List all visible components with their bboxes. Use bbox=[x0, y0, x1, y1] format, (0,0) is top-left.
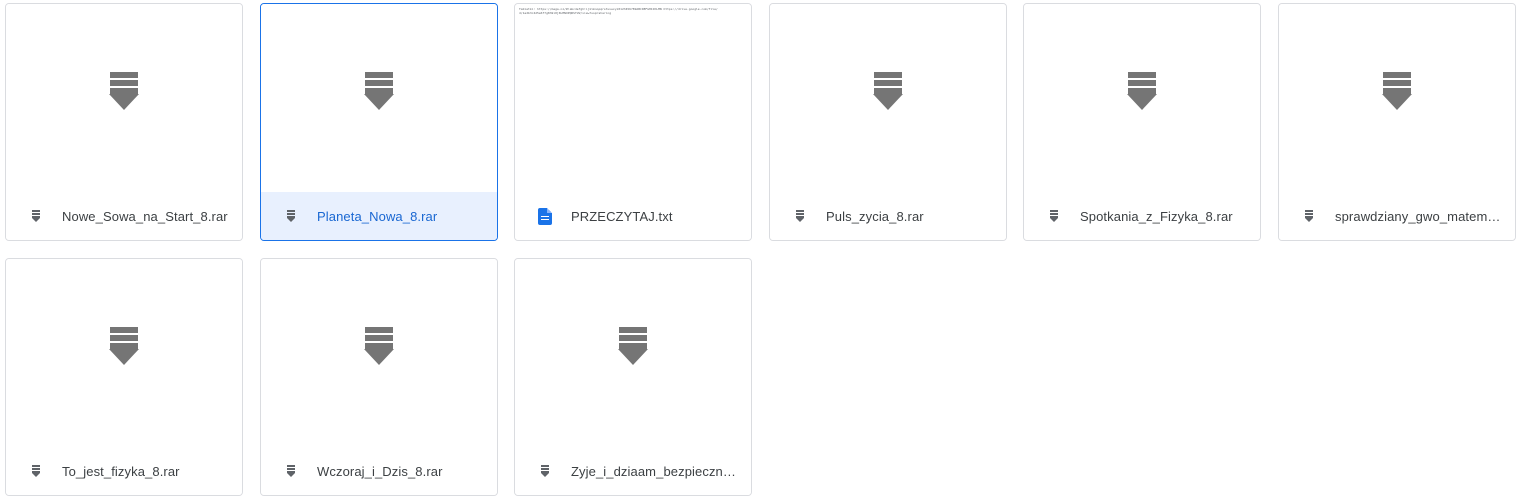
archive-icon bbox=[109, 327, 139, 371]
file-thumbnail: Tabletki: https://mega.nz/#!abcdefgh!ijk… bbox=[515, 4, 751, 194]
archive-icon bbox=[618, 327, 648, 371]
file-name: Spotkania_z_Fizyka_8.rar bbox=[1080, 208, 1233, 224]
archive-icon bbox=[792, 208, 808, 224]
archive-icon bbox=[1046, 208, 1062, 224]
archive-icon bbox=[1382, 72, 1412, 116]
file-tile-footer: Puls_zycia_8.rar bbox=[770, 192, 1006, 240]
file-name: To_jest_fizyka_8.rar bbox=[62, 463, 180, 479]
file-thumbnail bbox=[770, 4, 1006, 194]
file-name: Planeta_Nowa_8.rar bbox=[317, 208, 438, 224]
archive-icon bbox=[283, 208, 299, 224]
file-name: Zyje_i_dziaam_bezpiecznie_8.rar bbox=[571, 463, 737, 479]
file-tile-footer: PRZECZYTAJ.txt bbox=[515, 192, 751, 240]
file-thumbnail bbox=[1279, 4, 1515, 194]
file-tile-footer: Planeta_Nowa_8.rar bbox=[261, 192, 497, 240]
document-icon bbox=[538, 207, 552, 225]
file-tile[interactable]: To_jest_fizyka_8.rar bbox=[5, 258, 243, 496]
archive-icon bbox=[1127, 72, 1157, 116]
file-name: Wczoraj_i_Dzis_8.rar bbox=[317, 463, 443, 479]
file-tile[interactable]: Spotkania_z_Fizyka_8.rar bbox=[1023, 3, 1261, 241]
archive-icon bbox=[109, 72, 139, 116]
file-thumbnail bbox=[515, 259, 751, 449]
file-thumbnail bbox=[6, 259, 242, 449]
file-tile-footer: Wczoraj_i_Dzis_8.rar bbox=[261, 447, 497, 495]
file-name: Puls_zycia_8.rar bbox=[826, 208, 924, 224]
file-tile-footer: Nowe_Sowa_na_Start_8.rar bbox=[6, 192, 242, 240]
file-thumbnail bbox=[6, 4, 242, 194]
file-thumbnail bbox=[261, 4, 497, 194]
archive-icon bbox=[28, 208, 44, 224]
archive-icon bbox=[873, 72, 903, 116]
text-file-preview: Tabletki: https://mega.nz/#!abcdefgh!ijk… bbox=[519, 7, 718, 15]
file-tile[interactable]: Wczoraj_i_Dzis_8.rar bbox=[260, 258, 498, 496]
archive-icon bbox=[537, 463, 553, 479]
archive-icon bbox=[1301, 208, 1317, 224]
file-tile-selected[interactable]: Planeta_Nowa_8.rar bbox=[260, 3, 498, 241]
file-tile[interactable]: Zyje_i_dziaam_bezpiecznie_8.rar bbox=[514, 258, 752, 496]
archive-icon bbox=[364, 72, 394, 116]
file-tile[interactable]: sprawdziany_gwo_matematyka_8.rar bbox=[1278, 3, 1516, 241]
file-tile[interactable]: Tabletki: https://mega.nz/#!abcdefgh!ijk… bbox=[514, 3, 752, 241]
file-tile-footer: Zyje_i_dziaam_bezpiecznie_8.rar bbox=[515, 447, 751, 495]
archive-icon bbox=[364, 327, 394, 371]
file-name: Nowe_Sowa_na_Start_8.rar bbox=[62, 208, 228, 224]
file-name: sprawdziany_gwo_matematyka_8.rar bbox=[1335, 208, 1501, 224]
file-tile[interactable]: Nowe_Sowa_na_Start_8.rar bbox=[5, 3, 243, 241]
file-name: PRZECZYTAJ.txt bbox=[571, 208, 673, 224]
file-thumbnail bbox=[261, 259, 497, 449]
file-tile-footer: Spotkania_z_Fizyka_8.rar bbox=[1024, 192, 1260, 240]
file-tile[interactable]: Puls_zycia_8.rar bbox=[769, 3, 1007, 241]
file-thumbnail bbox=[1024, 4, 1260, 194]
archive-icon bbox=[283, 463, 299, 479]
file-tile-footer: To_jest_fizyka_8.rar bbox=[6, 447, 242, 495]
archive-icon bbox=[28, 463, 44, 479]
file-tile-footer: sprawdziany_gwo_matematyka_8.rar bbox=[1279, 192, 1515, 240]
file-grid: Nowe_Sowa_na_Start_8.rar Planeta_Nowa_8.… bbox=[0, 0, 1518, 499]
